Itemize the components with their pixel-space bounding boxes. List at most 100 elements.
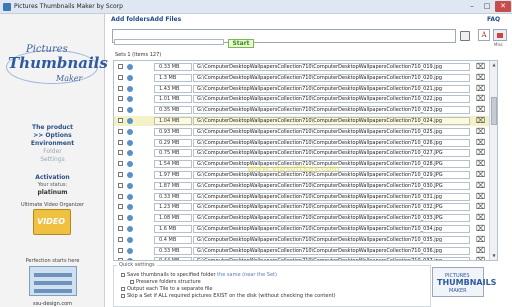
minimize-button[interactable]: –	[465, 1, 479, 12]
file-row[interactable]: 1.3 MB G:\ComputerDesktopWallpapersCollec…	[114, 73, 489, 83]
remove-icon[interactable]: ⌧	[476, 149, 485, 157]
file-row[interactable]: 1.01 MB G:\ComputerDesktopWallpapersColle…	[114, 94, 489, 104]
remove-icon[interactable]: ⌧	[476, 235, 485, 244]
row-checkbox[interactable]	[118, 96, 123, 102]
add-folders-button[interactable]: Add folders	[111, 16, 150, 23]
remove-icon[interactable]: ⌧	[476, 84, 485, 93]
main-panel: Add folders Add Files FAQ Start A Misc S…	[107, 14, 512, 307]
file-row[interactable]: 0.33 MB G:\ComputerDesktopWallpapersColle…	[114, 62, 489, 72]
start-button[interactable]: Start	[228, 39, 254, 48]
status-value: platinum	[37, 189, 68, 196]
remove-icon[interactable]: ⌧	[476, 117, 485, 125]
faq-link[interactable]: FAQ	[487, 16, 500, 23]
save-checkbox[interactable]	[121, 273, 125, 277]
file-row[interactable]: 0.29 MB G:\ComputerDesktopWallpapersColle…	[114, 138, 489, 148]
sidebar-link-product[interactable]: The product	[0, 124, 105, 132]
scroll-down-icon[interactable]: ▼	[491, 253, 497, 259]
close-button[interactable]: ✕	[495, 1, 511, 12]
row-checkbox[interactable]	[118, 161, 123, 167]
scrollbar[interactable]: ▲ ▼	[489, 61, 497, 260]
row-checkbox[interactable]	[118, 128, 123, 134]
sidebar-link-settings[interactable]: Settings	[0, 156, 105, 164]
row-checkbox[interactable]	[118, 226, 123, 231]
file-row[interactable]: 0.33 MB G:\ComputerDesktopWallpapersColle…	[114, 246, 489, 256]
preserve-checkbox[interactable]	[130, 280, 134, 284]
picture-icon[interactable]	[493, 29, 507, 41]
image-icon	[126, 203, 134, 211]
remove-icon[interactable]: ⌧	[476, 225, 485, 233]
image-icon	[126, 95, 134, 103]
file-row[interactable]: 0.4 MB G:\ComputerDesktopWallpapersCollec…	[114, 235, 489, 245]
remove-icon[interactable]: ⌧	[476, 95, 485, 103]
sidebar-link-environment[interactable]: Environment	[0, 140, 105, 148]
file-path: G:\ComputerDesktopWallpapersCollection71…	[193, 192, 470, 201]
row-checkbox[interactable]	[118, 64, 123, 69]
remove-icon[interactable]: ⌧	[476, 73, 485, 82]
file-row[interactable]: 0.44 MBG:\ComputerDesktopWallpapersColle…	[114, 256, 489, 260]
row-checkbox[interactable]	[118, 236, 123, 242]
row-checkbox[interactable]	[118, 172, 123, 177]
remove-icon[interactable]: ⌧	[476, 138, 485, 147]
progress-bar	[114, 39, 224, 45]
file-row[interactable]: 1.23 MB G:\ComputerDesktopWallpapersColle…	[114, 202, 489, 212]
sidebar-link-folder[interactable]: Folder	[0, 148, 105, 156]
add-files-button[interactable]: Add Files	[150, 16, 181, 23]
save-label: Save thumbnails to specified folder	[127, 272, 216, 278]
file-row[interactable]: 0.33 MB G:\ComputerDesktopWallpapersColle…	[114, 192, 489, 202]
maximize-button[interactable]: □	[480, 1, 494, 12]
output-checkbox[interactable]	[121, 287, 125, 291]
row-checkbox[interactable]	[118, 85, 123, 91]
output-tiles-option[interactable]: Output each Tile to a separate file	[121, 286, 213, 292]
file-row[interactable]: 0.93 MB G:\ComputerDesktopWallpapersColle…	[114, 127, 489, 137]
sidebar-link-options[interactable]: >> Options	[0, 132, 105, 140]
file-row[interactable]: 0.75 MB G:\ComputerDesktopWallpapersColle…	[114, 148, 489, 158]
file-list[interactable]: ▲ ▼ 0.33 MB G:\ComputerDesktopWallpapersC…	[113, 60, 498, 261]
row-checkbox[interactable]	[118, 74, 123, 80]
row-checkbox[interactable]	[118, 204, 123, 210]
save-thumbnails-option[interactable]: Save thumbnails to specified folder the …	[121, 272, 277, 278]
row-checkbox[interactable]	[118, 182, 123, 188]
remove-icon[interactable]: ⌧	[476, 127, 485, 136]
file-row[interactable]: 0.35 MB G:\ComputerDesktopWallpapersColle…	[114, 105, 489, 115]
skip-checkbox[interactable]	[121, 294, 125, 298]
row-checkbox[interactable]	[118, 139, 123, 145]
remove-icon[interactable]: ⌧	[476, 160, 485, 168]
remove-icon[interactable]: ⌧	[476, 214, 485, 222]
sidebar: Pictures Thumbnails Maker The product >>…	[0, 14, 108, 307]
row-checkbox[interactable]	[118, 118, 123, 123]
file-row[interactable]: 1.87 MB G:\ComputerDesktopWallpapersColle…	[114, 181, 489, 191]
file-row[interactable]: 1.04 MB G:\ComputerDesktopWallpapersColle…	[114, 116, 489, 126]
sidebar-link-activation[interactable]: Activation	[0, 174, 105, 182]
file-path: G:\ComputerDesktopWallpapersCollection71…	[193, 138, 470, 147]
save-target-link[interactable]: the same (near the Set)	[217, 272, 277, 278]
row-checkbox[interactable]	[118, 247, 123, 253]
file-path: G:\ComputerDesktopWallpapersCollection71…	[193, 73, 470, 82]
remove-icon[interactable]: ⌧	[476, 181, 485, 190]
file-path: G:\ComputerDesktopWallpapersCollection71…	[193, 149, 470, 158]
remove-icon[interactable]: ⌧	[476, 203, 485, 211]
skip-set-option[interactable]: Skip a Set if ALL required pictures EXIS…	[121, 293, 336, 299]
remove-icon[interactable]: ⌧	[476, 192, 485, 201]
file-row[interactable]: 1.08 MB G:\ComputerDesktopWallpapersColle…	[114, 213, 489, 223]
remove-icon[interactable]: ⌧	[476, 63, 485, 71]
remove-icon[interactable]: ⌧	[476, 246, 485, 255]
font-icon[interactable]: A	[478, 29, 490, 41]
preserve-structure-option[interactable]: Preserve folders structure	[130, 279, 201, 285]
remove-icon[interactable]: ⌧	[476, 257, 485, 260]
scroll-thumb[interactable]	[491, 97, 497, 125]
file-row[interactable]: 1.6 MB G:\ComputerDesktopWallpapersCollec…	[114, 224, 489, 234]
file-size: 1.3 MB	[154, 73, 192, 82]
file-row[interactable]: 1.43 MB G:\ComputerDesktopWallpapersColle…	[114, 84, 489, 94]
site-link[interactable]: ssu-design.com	[0, 301, 105, 307]
row-checkbox[interactable]	[118, 150, 123, 156]
scroll-up-icon[interactable]: ▲	[491, 62, 497, 68]
remove-icon[interactable]: ⌧	[476, 106, 485, 114]
remove-icon[interactable]: ⌧	[476, 171, 485, 179]
row-checkbox[interactable]	[118, 215, 123, 221]
row-checkbox[interactable]	[118, 258, 123, 260]
video-organizer-promo[interactable]: VIDEO	[33, 209, 71, 235]
perfection-promo[interactable]	[29, 266, 77, 296]
row-checkbox[interactable]	[118, 193, 123, 199]
row-checkbox[interactable]	[118, 107, 123, 113]
options-box[interactable]	[460, 31, 470, 41]
